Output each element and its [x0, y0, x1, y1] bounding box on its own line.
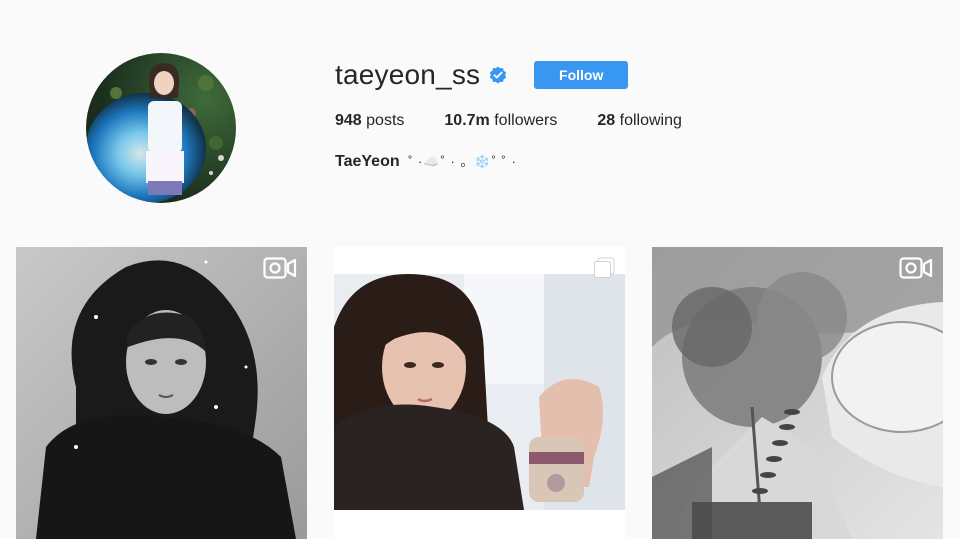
post-image	[652, 247, 943, 539]
post-image	[16, 247, 307, 539]
post-image	[334, 247, 625, 539]
following-label: following	[619, 112, 682, 129]
following-count: 28	[597, 112, 616, 129]
profile-bio: TaeYeon ˚ ·☁️˚ · 。❄️˚ ˚ ·	[335, 151, 517, 171]
profile-username: taeyeon_ss	[335, 59, 481, 90]
video-camera-icon	[899, 257, 933, 284]
bio-decoration: ˚ ·☁️˚ · 。❄️˚ ˚ ·	[408, 154, 517, 169]
verified-badge-icon	[489, 66, 507, 84]
video-camera-icon	[263, 257, 297, 284]
bio-name: TaeYeon	[335, 153, 400, 170]
followers-count: 10.7m	[444, 112, 490, 129]
posts-label: posts	[366, 112, 405, 129]
followers-label: followers	[494, 112, 558, 129]
followers-stat[interactable]: 10.7m followers	[444, 112, 557, 130]
posts-count: 948	[335, 112, 362, 129]
profile-page: taeyeon_ss Follow 948 posts 10.7m follow…	[0, 0, 960, 539]
post-thumbnail[interactable]	[652, 247, 943, 539]
follow-button[interactable]: Follow	[534, 61, 629, 89]
username-row: taeyeon_ss Follow	[335, 55, 629, 95]
profile-stats: 948 posts 10.7m followers 28 following	[335, 112, 722, 130]
following-stat[interactable]: 28 following	[597, 112, 682, 130]
carousel-icon	[593, 257, 615, 284]
post-thumbnail[interactable]	[16, 247, 307, 539]
profile-avatar[interactable]	[86, 53, 236, 203]
posts-stat: 948 posts	[335, 112, 404, 130]
post-thumbnail[interactable]	[334, 247, 625, 539]
